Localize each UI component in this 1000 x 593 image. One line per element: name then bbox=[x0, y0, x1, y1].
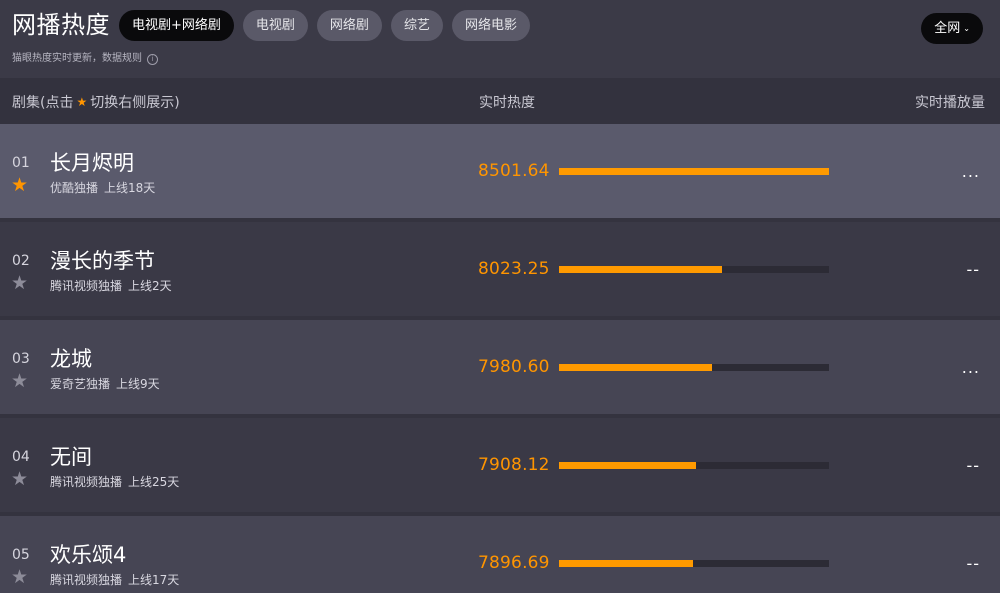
info-icon[interactable]: i bbox=[147, 53, 158, 65]
table-row[interactable]: 02 ★ 漫长的季节 腾讯视频独播 上线2天 8023.25 -- bbox=[0, 222, 1000, 320]
heat-bar-fill bbox=[559, 266, 722, 273]
series-meta: 腾讯视频独播 上线2天 bbox=[50, 277, 172, 294]
heat-value: 7980.60 bbox=[478, 357, 550, 377]
page: 网播热度 电视剧+网络剧 电视剧 网络剧 综艺 网络电影 猫眼热度实时更新，数据… bbox=[0, 0, 1000, 593]
heat-value: 7908.12 bbox=[478, 455, 550, 475]
update-note: 猫眼热度实时更新，数据规则 i bbox=[12, 52, 158, 66]
heat-bar-fill bbox=[559, 462, 696, 469]
tab-tv-drama[interactable]: 电视剧 bbox=[242, 10, 308, 41]
platform-label: 爱奇艺独播 bbox=[50, 377, 111, 391]
rank-number: 03 bbox=[12, 351, 30, 367]
rank-number: 05 bbox=[12, 547, 30, 563]
page-title: 网播热度 bbox=[12, 11, 110, 39]
play-count: ... bbox=[961, 358, 980, 377]
chevron-down-icon: ⌄ bbox=[963, 24, 970, 33]
region-select-button[interactable]: 全网 ⌄ bbox=[921, 13, 983, 44]
series-title: 长月烬明 bbox=[50, 151, 134, 175]
star-icon[interactable]: ★ bbox=[11, 371, 28, 391]
star-icon[interactable]: ★ bbox=[11, 175, 28, 195]
heat-bar-track bbox=[559, 364, 829, 371]
platform-label: 腾讯视频独播 bbox=[50, 573, 123, 587]
column-header-series: 剧集(点击 ★ 切换右侧展示) bbox=[12, 92, 180, 112]
rank-number: 04 bbox=[12, 449, 30, 465]
days-online: 上线17天 bbox=[128, 573, 180, 587]
heat-value: 8023.25 bbox=[478, 259, 550, 279]
series-title: 欢乐颂4 bbox=[50, 543, 127, 567]
platform-label: 腾讯视频独播 bbox=[50, 279, 123, 293]
heat-bar-track bbox=[559, 168, 829, 175]
heat-bar-track bbox=[559, 560, 829, 567]
update-note-text: 猫眼热度实时更新，数据规则 bbox=[12, 53, 142, 64]
region-select-label: 全网 bbox=[934, 21, 961, 36]
heat-bar-fill bbox=[559, 168, 829, 175]
series-title: 漫长的季节 bbox=[50, 249, 155, 273]
tab-variety[interactable]: 综艺 bbox=[390, 10, 443, 41]
days-online: 上线9天 bbox=[116, 377, 160, 391]
heat-bar-fill bbox=[559, 560, 694, 567]
heat-value: 8501.64 bbox=[478, 161, 550, 181]
table-row[interactable]: 05 ★ 欢乐颂4 腾讯视频独播 上线17天 7896.69 -- bbox=[0, 516, 1000, 593]
play-count: ... bbox=[961, 162, 980, 181]
heat-value: 7896.69 bbox=[478, 553, 550, 573]
star-icon[interactable]: ★ bbox=[11, 567, 28, 587]
platform-label: 腾讯视频独播 bbox=[50, 475, 123, 489]
series-meta: 腾讯视频独播 上线17天 bbox=[50, 571, 179, 588]
days-online: 上线2天 bbox=[128, 279, 172, 293]
header: 网播热度 电视剧+网络剧 电视剧 网络剧 综艺 网络电影 猫眼热度实时更新，数据… bbox=[0, 0, 1000, 78]
tab-web-drama[interactable]: 网络剧 bbox=[316, 10, 382, 41]
column-header-series-suffix: 切换右侧展示) bbox=[90, 95, 180, 111]
rank-number: 02 bbox=[12, 253, 30, 269]
table-row[interactable]: 04 ★ 无间 腾讯视频独播 上线25天 7908.12 -- bbox=[0, 418, 1000, 516]
heat-bar-fill bbox=[559, 364, 712, 371]
tab-web-movie[interactable]: 网络电影 bbox=[451, 10, 530, 41]
star-icon: ★ bbox=[76, 95, 88, 109]
star-icon[interactable]: ★ bbox=[11, 469, 28, 489]
heat-bar-track bbox=[559, 266, 829, 273]
rank-number: 01 bbox=[12, 155, 30, 171]
column-header-heat: 实时热度 bbox=[479, 95, 535, 111]
table-row[interactable]: 01 ★ 长月烬明 优酷独播 上线18天 8501.64 ... bbox=[0, 124, 1000, 222]
play-count: -- bbox=[966, 260, 980, 279]
category-tabs: 电视剧+网络剧 电视剧 网络剧 综艺 网络电影 bbox=[119, 10, 530, 41]
star-icon[interactable]: ★ bbox=[11, 273, 28, 293]
platform-label: 优酷独播 bbox=[50, 181, 99, 195]
table-row[interactable]: 03 ★ 龙城 爱奇艺独播 上线9天 7980.60 ... bbox=[0, 320, 1000, 418]
ranking-list: 01 ★ 长月烬明 优酷独播 上线18天 8501.64 ... 02 ★ 漫长… bbox=[0, 124, 1000, 593]
series-title: 龙城 bbox=[50, 347, 92, 371]
column-header-play-count: 实时播放量 bbox=[915, 95, 985, 111]
series-meta: 优酷独播 上线18天 bbox=[50, 179, 155, 196]
series-meta: 腾讯视频独播 上线25天 bbox=[50, 473, 179, 490]
play-count: -- bbox=[966, 554, 980, 573]
series-meta: 爱奇艺独播 上线9天 bbox=[50, 375, 160, 392]
tab-tv-web-drama[interactable]: 电视剧+网络剧 bbox=[119, 10, 234, 41]
column-header-series-prefix: 剧集(点击 bbox=[12, 95, 74, 111]
table-header: 剧集(点击 ★ 切换右侧展示) 实时热度 实时播放量 bbox=[0, 78, 1000, 124]
heat-bar-track bbox=[559, 462, 829, 469]
play-count: -- bbox=[966, 456, 980, 475]
days-online: 上线18天 bbox=[104, 181, 156, 195]
days-online: 上线25天 bbox=[128, 475, 180, 489]
series-title: 无间 bbox=[50, 445, 92, 469]
